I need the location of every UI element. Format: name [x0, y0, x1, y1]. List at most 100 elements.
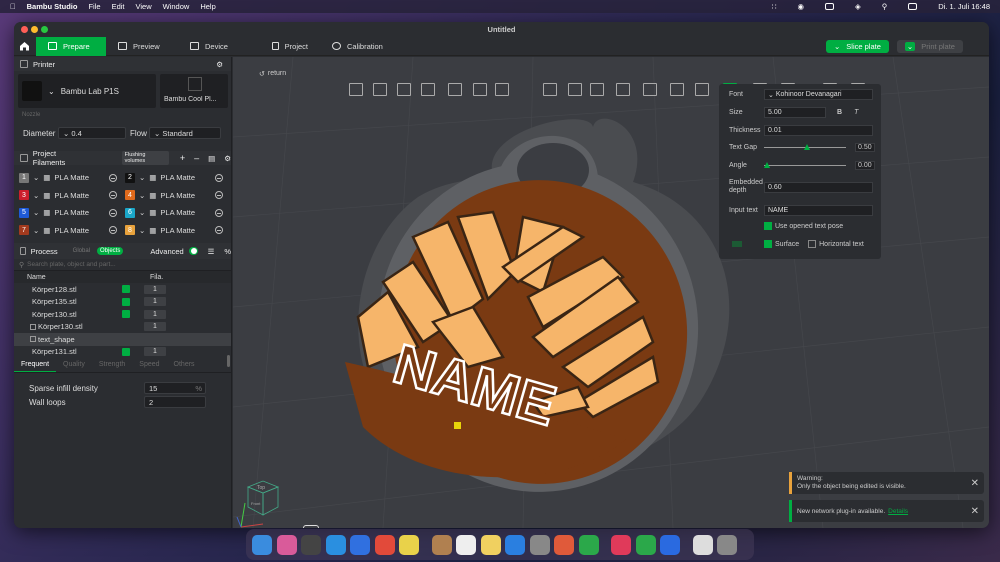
tab-calibration[interactable]: Calibration	[320, 37, 395, 56]
add-filament-button[interactable]: +	[180, 153, 185, 163]
dock-app-icon[interactable]	[554, 534, 574, 555]
dock-app-icon[interactable]	[374, 534, 395, 555]
filament-color-swatch[interactable]: 3	[19, 190, 29, 201]
objects-toggle[interactable]: Objects	[97, 247, 124, 255]
remove-filament-icon[interactable]	[109, 208, 117, 217]
dock-app-icon[interactable]	[301, 534, 321, 555]
plate-select[interactable]: Bambu Cool Pl...	[160, 74, 228, 108]
remove-filament-icon[interactable]	[109, 173, 117, 182]
filament-color-swatch[interactable]: 7	[19, 225, 29, 236]
apple-icon[interactable]: 	[10, 2, 16, 11]
filament-slot[interactable]: 8 ⌄ ▦ PLA Matte	[125, 225, 231, 236]
toolbar-tool-icon[interactable]	[568, 83, 582, 96]
search-input[interactable]: Search plate, object and part...	[27, 261, 116, 268]
visible-checkbox[interactable]	[122, 297, 130, 306]
size-input[interactable]: 5.00	[764, 107, 826, 118]
filament-index[interactable]: 1	[144, 297, 166, 307]
process-subtab[interactable]: Frequent	[14, 361, 57, 372]
bluetooth-icon[interactable]: ∷	[772, 2, 777, 11]
dock-app-icon[interactable]	[480, 534, 501, 555]
toolbar-tool-icon[interactable]	[448, 83, 462, 96]
dock-app-icon[interactable]	[578, 534, 599, 555]
filament-slot[interactable]: 7 ⌄ ▦ PLA Matte	[19, 225, 125, 236]
filament-index[interactable]: 1	[144, 309, 166, 319]
text-gap-value[interactable]: 0.50	[855, 143, 875, 152]
dock-app-icon[interactable]	[505, 534, 525, 555]
list-item[interactable]: Körper135.stl 1	[14, 296, 231, 309]
filament-color-swatch[interactable]: 2	[125, 172, 135, 183]
filament-slot[interactable]: 5 ⌄ ▦ PLA Matte	[19, 207, 125, 218]
details-link[interactable]: Details	[888, 508, 908, 515]
fit-view-button[interactable]	[303, 525, 319, 528]
wifi-icon[interactable]: ◈	[855, 2, 861, 11]
printer-select[interactable]: ⌄ Bambu Lab P1S	[18, 74, 156, 108]
remove-filament-icon[interactable]	[109, 226, 117, 235]
keyboard-icon[interactable]	[825, 3, 835, 10]
dock-app-icon[interactable]	[431, 534, 452, 555]
filament-color-swatch[interactable]: 8	[125, 225, 135, 236]
filament-slot[interactable]: 6 ⌄ ▦ PLA Matte	[125, 207, 231, 218]
remove-filament-icon[interactable]	[215, 191, 223, 200]
filament-slot[interactable]: 4 ⌄ ▦ PLA Matte	[125, 190, 231, 201]
toolbar-tool-icon[interactable]	[643, 83, 657, 96]
clock[interactable]: Di. 1. Juli 16:48	[938, 2, 990, 11]
param-input[interactable]: 15%	[144, 382, 206, 394]
advanced-switch[interactable]	[188, 247, 198, 255]
filament-index[interactable]: 1	[144, 284, 166, 294]
zoom-window-button[interactable]	[41, 26, 48, 33]
return-button[interactable]: ↺ return	[259, 70, 286, 78]
tab-device[interactable]: Device	[178, 37, 250, 56]
dock-app-icon[interactable]	[276, 534, 297, 555]
menu-view[interactable]: View	[136, 2, 152, 11]
remove-filament-button[interactable]: –	[194, 153, 199, 163]
toolbar-tool-icon[interactable]	[590, 83, 604, 96]
input-text-field[interactable]: NAME	[764, 205, 873, 216]
list-item[interactable]: text_shape	[14, 333, 231, 346]
tab-preview[interactable]: Preview	[106, 37, 178, 56]
menu-window[interactable]: Window	[163, 2, 190, 11]
close-icon[interactable]: ✕	[971, 506, 979, 517]
angle-slider[interactable]	[764, 162, 846, 168]
remove-filament-icon[interactable]	[215, 208, 223, 217]
thickness-input[interactable]: 0.01	[764, 125, 873, 136]
slider-thumb[interactable]	[804, 144, 810, 150]
visible-checkbox[interactable]	[122, 310, 130, 319]
use-pose-checkbox[interactable]	[764, 222, 772, 230]
remove-filament-icon[interactable]	[109, 191, 117, 200]
gear-icon[interactable]: ⚙	[224, 154, 231, 163]
home-icon[interactable]	[14, 37, 34, 56]
list-item[interactable]: Körper130.stl 1	[14, 308, 231, 321]
keychain-tag[interactable]: NAME	[345, 118, 730, 513]
toolbar-tool-icon[interactable]	[543, 83, 557, 96]
filament-slot[interactable]: 2 ⌄ ▦ PLA Matte	[125, 172, 231, 183]
search-icon[interactable]: ⚲	[882, 2, 888, 11]
process-subtab[interactable]: Quality	[56, 361, 92, 372]
filament-index[interactable]: 1	[144, 322, 166, 332]
menu-edit[interactable]: Edit	[112, 2, 125, 11]
toolbar-tool-icon[interactable]	[473, 83, 487, 96]
dock-app-icon[interactable]	[529, 534, 550, 555]
app-menu[interactable]: Bambu Studio	[27, 2, 78, 11]
dock-app-icon[interactable]	[660, 534, 680, 555]
dock-app-icon[interactable]	[635, 534, 656, 555]
list-item[interactable]: Körper130.stl 1	[14, 321, 231, 334]
dock-app-icon[interactable]	[325, 534, 346, 555]
close-window-button[interactable]	[21, 26, 28, 33]
filament-color-swatch[interactable]: 1	[19, 172, 29, 183]
toolbar-tool-icon[interactable]	[695, 83, 709, 96]
filament-color-swatch[interactable]: 5	[19, 207, 29, 218]
toolbar-tool-icon[interactable]	[373, 83, 387, 96]
param-input[interactable]: 2	[144, 396, 206, 408]
process-subtab[interactable]: Others	[167, 361, 202, 372]
filament-color-swatch[interactable]: 4	[125, 190, 135, 201]
filament-index[interactable]: 1	[144, 347, 166, 357]
dock-app-icon[interactable]	[692, 534, 713, 555]
dropdown-icon[interactable]: ⌄	[834, 42, 840, 51]
surface-checkbox[interactable]	[764, 240, 772, 248]
toolbar-tool-icon[interactable]	[495, 83, 509, 96]
menu-help[interactable]: Help	[200, 2, 215, 11]
text-gap-slider[interactable]	[764, 144, 846, 150]
toolbar-tool-icon[interactable]	[421, 83, 435, 96]
minimize-window-button[interactable]	[31, 26, 38, 33]
process-subtab[interactable]: Speed	[132, 361, 166, 372]
